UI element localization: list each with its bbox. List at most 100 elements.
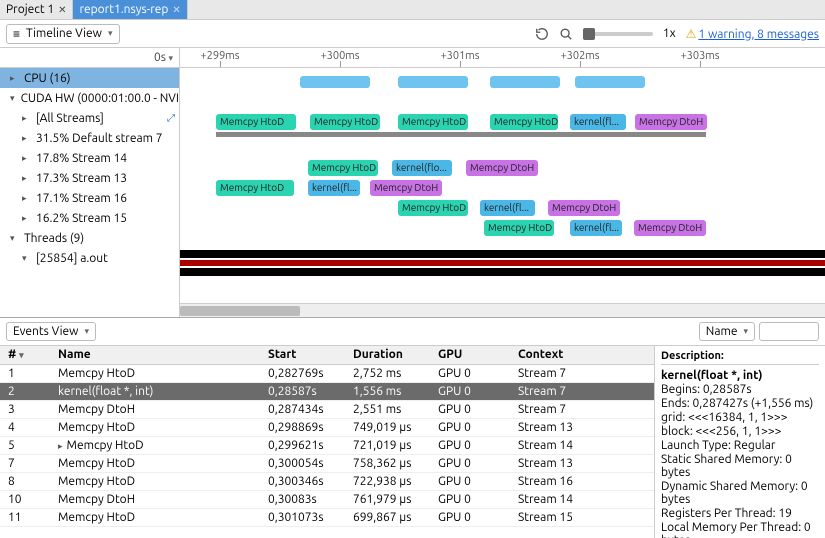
table-row[interactable]: 7Memcpy HtoD0,300054s758,362 μsGPU 0Stre… xyxy=(0,454,654,472)
cpu-activity-segment[interactable] xyxy=(490,76,560,88)
description-line: Local Memory Per Thread: 0 bytes xyxy=(661,521,819,538)
expand-arrow-icon[interactable]: ▸ xyxy=(22,113,32,124)
tree-label: Threads (9) xyxy=(24,232,84,245)
timeline-segment[interactable]: Memcpy DtoH xyxy=(634,220,706,236)
name-filter-field-selector[interactable]: Name ▾ xyxy=(699,322,755,341)
table-row[interactable]: 8Memcpy HtoD0,300346s722,938 μsGPU 0Stre… xyxy=(0,472,654,490)
description-line: Ends: 0,287427s (+1,556 ms) xyxy=(661,397,819,410)
timeline-segment[interactable]: kernel(flo... xyxy=(392,160,452,176)
name-filter: Name ▾ xyxy=(699,322,819,341)
zoom-slider[interactable] xyxy=(583,32,653,36)
expand-arrow-icon[interactable]: ▾ xyxy=(10,233,20,244)
tab-project[interactable]: Project 1 ✕ xyxy=(0,0,73,19)
description-line: block: <<<256, 1, 1>>> xyxy=(661,425,819,438)
timeline-segment[interactable]: Memcpy DtoH xyxy=(548,200,620,216)
expand-arrow-icon[interactable]: ▸ xyxy=(22,173,32,184)
timeline-segment[interactable]: Memcpy DtoH xyxy=(370,180,442,196)
cpu-activity-segment[interactable] xyxy=(398,76,468,88)
expand-arrow-icon[interactable]: ▸ xyxy=(10,73,20,84)
time-origin-cell[interactable]: 0s ▾ xyxy=(0,48,179,68)
tree-row[interactable]: ▸[All Streams]⤢ xyxy=(0,108,179,128)
timeline-segment[interactable]: Memcpy HtoD xyxy=(484,220,554,236)
events-table: # ▾NameStartDurationGPUContext 1Memcpy H… xyxy=(0,346,654,527)
time-ruler[interactable]: +299ms+300ms+301ms+302ms+303ms xyxy=(180,48,825,68)
timeline-segment[interactable]: Memcpy HtoD xyxy=(308,160,378,176)
tree-row[interactable]: ▾[25854] a.out xyxy=(0,248,179,268)
table-row[interactable]: 11Memcpy HtoD0,301073s699,867 μsGPU 0Str… xyxy=(0,508,654,526)
bottom-panel: # ▾NameStartDurationGPUContext 1Memcpy H… xyxy=(0,346,825,538)
cpu-activity-segment[interactable] xyxy=(300,76,370,88)
timeline-segment[interactable]: Memcpy HtoD xyxy=(398,200,468,216)
tree-row[interactable]: ▾ CUDA HW (0000:01:00.0 - NVI xyxy=(0,88,179,108)
timeline-segment[interactable]: kernel(fl... xyxy=(570,220,622,236)
column-header[interactable]: GPU xyxy=(430,346,510,364)
column-header[interactable]: # ▾ xyxy=(0,346,50,364)
expand-arrow-icon[interactable]: ▸ xyxy=(22,193,32,204)
top-toolbar: ≡ Timeline View ▾ 1x ⚠1 warning, 8 messa… xyxy=(0,20,825,48)
timeline-segment[interactable]: Memcpy DtoH xyxy=(466,160,538,176)
tree-row[interactable]: ▸17.1% Stream 16 xyxy=(0,188,179,208)
cpu-activity-segment[interactable] xyxy=(575,76,645,88)
table-row[interactable]: 2kernel(float *, int)0,28587s1,556 msGPU… xyxy=(0,382,654,400)
timeline-tree[interactable]: ▸CPU (16) ▾ CUDA HW (0000:01:00.0 - NVI ▸[A… xyxy=(0,68,179,317)
timeline-segment[interactable]: Memcpy HtoD xyxy=(310,114,380,130)
expand-arrow-icon[interactable]: ▸ xyxy=(22,213,32,224)
search-icon[interactable] xyxy=(559,27,573,41)
table-row[interactable]: 10Memcpy DtoH0,30083s761,979 μsGPU 0Stre… xyxy=(0,490,654,508)
description-line: Dynamic Shared Memory: 0 bytes xyxy=(661,480,819,506)
column-header[interactable]: Context xyxy=(510,346,654,364)
timeline-segment[interactable]: Memcpy HtoD xyxy=(216,180,294,196)
tree-row[interactable]: ▸CPU (16) xyxy=(0,68,179,88)
tab-label: Project 1 xyxy=(6,3,54,16)
column-header[interactable]: Duration xyxy=(345,346,430,364)
expand-arrow-icon[interactable]: ▸ xyxy=(22,153,32,164)
table-row[interactable]: 4Memcpy HtoD0,298869s749,019 μsGPU 0Stre… xyxy=(0,418,654,436)
table-row[interactable]: 5▸Memcpy HtoD0,299621s721,019 μsGPU 0Str… xyxy=(0,436,654,454)
description-line: grid: <<<16384, 1, 1>>> xyxy=(661,411,819,424)
events-grid-wrap[interactable]: # ▾NameStartDurationGPUContext 1Memcpy H… xyxy=(0,346,655,538)
timeline-tracks-panel[interactable]: +299ms+300ms+301ms+302ms+303ms Memcpy Ht… xyxy=(180,48,825,317)
tree-row[interactable]: ▾ Threads (9) xyxy=(0,228,179,248)
warning-icon: ⚠ xyxy=(686,28,697,41)
description-line: Static Shared Memory: 0 bytes xyxy=(661,453,819,479)
expand-arrow-icon[interactable]: ▾ xyxy=(10,93,17,104)
timeline-segment[interactable]: Memcpy HtoD xyxy=(216,114,296,130)
tree-label: CUDA HW (0000:01:00.0 - NVI xyxy=(21,92,179,105)
timeline-segment[interactable]: kernel(fl... xyxy=(308,180,360,196)
description-line: Registers Per Thread: 19 xyxy=(661,507,819,520)
name-filter-input[interactable] xyxy=(759,322,819,341)
timeline-segment[interactable]: kernel(fl... xyxy=(480,200,535,216)
tree-label: 31.5% Default stream 7 xyxy=(36,132,163,145)
timeline-tracks[interactable]: Memcpy HtoD Memcpy HtoD Memcpy HtoD Memcpy … xyxy=(180,68,825,298)
timeline-segment[interactable]: kernel(fl... xyxy=(570,114,626,130)
expand-arrow-icon[interactable]: ▾ xyxy=(22,253,32,264)
table-row[interactable]: 1Memcpy HtoD0,282769s2,752 msGPU 0Stream… xyxy=(0,364,654,382)
refresh-icon[interactable] xyxy=(535,27,549,41)
description-heading: Description: xyxy=(661,350,819,365)
chevron-down-icon: ▾ xyxy=(108,28,113,39)
tree-row[interactable]: ▸ 31.5% Default stream 7 xyxy=(0,128,179,148)
expand-arrow-icon[interactable]: ▸ xyxy=(22,133,32,144)
tree-row[interactable]: ▸17.3% Stream 13 xyxy=(0,168,179,188)
hamburger-icon: ≡ xyxy=(13,27,20,41)
horizontal-scrollbar[interactable] xyxy=(180,303,825,317)
tree-label: 17.8% Stream 14 xyxy=(36,152,127,165)
close-icon[interactable]: ✕ xyxy=(58,4,66,16)
document-tabs: Project 1 ✕ report1.nsys-rep ✕ xyxy=(0,0,825,20)
tab-report[interactable]: report1.nsys-rep ✕ xyxy=(73,0,187,19)
column-header[interactable]: Start xyxy=(260,346,345,364)
view-selector[interactable]: ≡ Timeline View ▾ xyxy=(6,24,120,44)
tree-row[interactable]: ▸ 17.8% Stream 14 xyxy=(0,148,179,168)
close-icon[interactable]: ✕ xyxy=(172,4,180,16)
warning-link[interactable]: ⚠1 warning, 8 messages xyxy=(686,27,819,41)
description-panel: Description: kernel(float *, int) Begins… xyxy=(655,346,825,538)
column-header[interactable]: Name xyxy=(50,346,260,364)
expand-icon[interactable]: ⤢ xyxy=(167,112,175,124)
timeline-segment[interactable]: Memcpy HtoD xyxy=(398,114,468,130)
tree-row[interactable]: ▸16.2% Stream 15 xyxy=(0,208,179,228)
table-row[interactable]: 3Memcpy DtoH0,287434s2,551 msGPU 0Stream… xyxy=(0,400,654,418)
timeline-segment[interactable]: Memcpy DtoH xyxy=(635,114,707,130)
description-line: Launch Type: Regular xyxy=(661,439,819,452)
events-view-selector[interactable]: Events View ▾ xyxy=(6,322,96,341)
timeline-segment[interactable]: Memcpy HtoD xyxy=(490,114,558,130)
